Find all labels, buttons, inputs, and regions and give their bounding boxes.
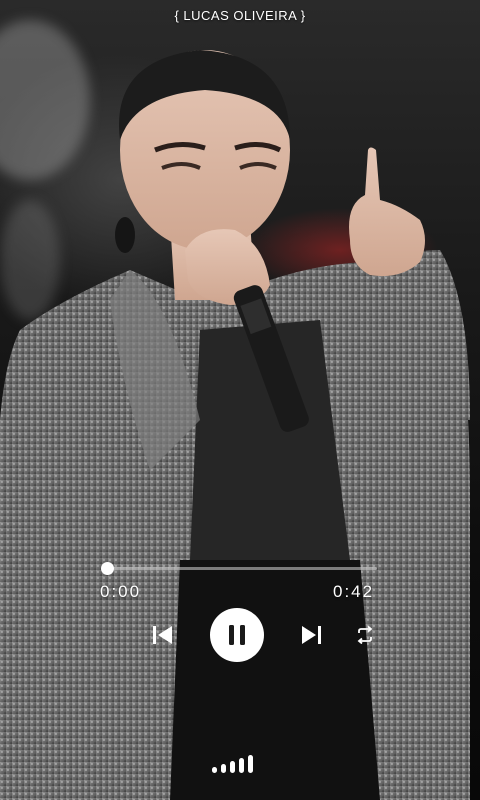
creator-credit: { LUCAS OLIVEIRA } [174, 8, 306, 23]
video-background [0, 0, 480, 800]
skip-previous-icon [153, 626, 172, 644]
signal-bar [212, 767, 217, 773]
performer-image [0, 50, 470, 800]
total-duration: 0:42 [333, 582, 375, 601]
signal-strength-icon [212, 751, 264, 773]
signal-bar [248, 755, 253, 773]
signal-bar [230, 761, 235, 773]
repeat-icon [357, 626, 373, 644]
seek-bar-handle[interactable] [101, 562, 114, 575]
pause-icon [229, 625, 245, 645]
elapsed-time: 0:00 [100, 582, 142, 601]
previous-track-button[interactable] [148, 620, 178, 650]
signal-bar [239, 758, 244, 773]
signal-bar [221, 764, 226, 773]
repeat-button[interactable] [352, 622, 378, 648]
skip-next-icon [302, 626, 321, 644]
seek-bar[interactable] [101, 562, 377, 575]
play-pause-button[interactable] [210, 608, 264, 662]
next-track-button[interactable] [296, 620, 326, 650]
